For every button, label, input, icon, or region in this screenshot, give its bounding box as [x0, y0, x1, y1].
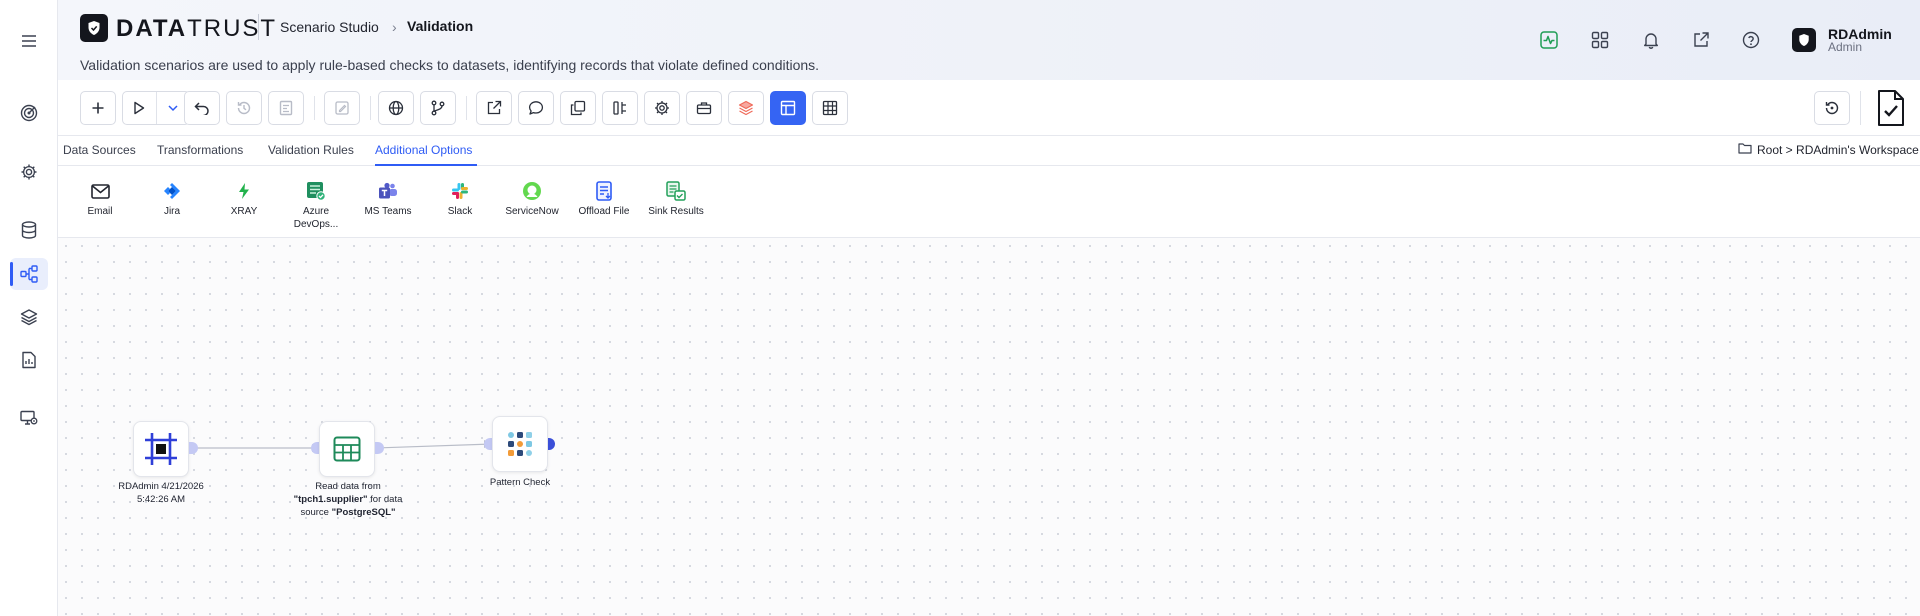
mail-icon	[90, 181, 110, 201]
layout-view-icon[interactable]	[770, 91, 806, 125]
pattern-check-node[interactable]	[492, 416, 548, 472]
validation-report-icon[interactable]	[1874, 87, 1908, 129]
offload-file-icon	[594, 181, 614, 201]
copy-icon[interactable]	[560, 91, 596, 125]
add-button[interactable]	[80, 91, 116, 125]
layers-icon[interactable]	[19, 307, 39, 327]
azure-devops-icon	[306, 181, 326, 201]
comment-icon[interactable]	[518, 91, 554, 125]
breadcrumb-scenario-studio[interactable]: Scenario Studio	[280, 19, 379, 35]
option-sink-results[interactable]: Sink Results	[644, 181, 708, 218]
option-jira[interactable]: Jira	[140, 181, 204, 218]
table-grid-icon	[333, 436, 361, 462]
hamburger-menu-icon[interactable]	[19, 31, 39, 51]
brand-name: DATATRUST	[116, 15, 278, 42]
breadcrumb-current-page: Validation	[407, 18, 474, 34]
option-email[interactable]: Email	[68, 181, 132, 218]
database-icon[interactable]	[19, 220, 39, 240]
apps-grid-icon[interactable]	[1590, 30, 1610, 50]
active-tab-underline	[375, 164, 477, 166]
scenario-start-node[interactable]	[133, 421, 189, 477]
option-slack[interactable]: Slack	[428, 181, 492, 218]
folder-icon	[1738, 142, 1752, 157]
validate-document-icon[interactable]	[268, 91, 304, 125]
notifications-bell-icon[interactable]	[1641, 30, 1661, 50]
read-node-label: Read data from "tpch1.supplier" for data…	[293, 481, 403, 518]
option-servicenow[interactable]: ServiceNow	[500, 181, 564, 218]
additional-options-palette: Email Jira XRAY Azure DevOps... MS Teams	[58, 167, 1920, 238]
open-external-icon[interactable]	[476, 91, 512, 125]
header-divider	[258, 14, 259, 40]
tab-validation-rules[interactable]: Validation Rules	[268, 143, 354, 157]
run-split-button	[122, 91, 190, 125]
app-root: DATATRUST Scenario Studio › Validation V…	[0, 0, 1920, 616]
tab-data-sources[interactable]: Data Sources	[63, 143, 136, 157]
ms-teams-icon	[378, 181, 398, 201]
external-link-icon[interactable]	[1691, 30, 1711, 50]
compare-columns-icon[interactable]	[602, 91, 638, 125]
option-xray[interactable]: XRAY	[212, 181, 276, 218]
report-icon[interactable]	[19, 350, 39, 370]
branch-icon[interactable]	[420, 91, 456, 125]
left-rail	[0, 0, 58, 616]
help-icon[interactable]	[1741, 30, 1761, 50]
user-role: Admin	[1828, 40, 1863, 54]
pattern-dots-icon	[508, 432, 532, 456]
settings-gear-icon[interactable]	[19, 162, 39, 182]
workspace-path-text: Root > RDAdmin's Workspace	[1757, 142, 1919, 157]
scenario-toolbar	[58, 80, 1920, 136]
user-avatar-icon[interactable]	[1792, 28, 1816, 52]
scenario-canvas[interactable]: RDAdmin 4/21/2026 5:42:26 AM Read data f…	[58, 238, 1920, 616]
toolbox-icon[interactable]	[686, 91, 722, 125]
target-icon[interactable]	[19, 103, 39, 123]
breadcrumb-chevron-icon: ›	[392, 19, 397, 35]
read-data-node[interactable]	[319, 421, 375, 477]
stack-layers-icon[interactable]	[728, 91, 764, 125]
option-azure-devops[interactable]: Azure DevOps...	[284, 181, 348, 231]
activity-status-icon[interactable]	[1539, 30, 1559, 50]
tab-additional-options[interactable]: Additional Options	[375, 143, 472, 157]
globe-icon[interactable]	[378, 91, 414, 125]
xray-icon	[234, 181, 254, 201]
sink-results-icon	[666, 181, 686, 201]
option-offload-file[interactable]: Offload File	[572, 181, 636, 218]
workspace-path[interactable]: Root > RDAdmin's Workspace	[1738, 142, 1919, 157]
option-tabs: Data Sources Transformations Validation …	[58, 136, 1920, 166]
slack-icon	[450, 181, 470, 201]
page-description: Validation scenarios are used to apply r…	[80, 57, 820, 73]
brand-logo-icon	[80, 14, 108, 42]
monitor-settings-icon[interactable]	[19, 408, 39, 428]
table-view-icon[interactable]	[812, 91, 848, 125]
restore-history-icon[interactable]	[1814, 91, 1850, 125]
scenario-frame-icon	[145, 433, 177, 465]
flow-diagram-icon[interactable]	[19, 264, 39, 284]
jira-icon	[162, 181, 182, 201]
option-ms-teams[interactable]: MS Teams	[356, 181, 420, 218]
start-node-label: RDAdmin 4/21/2026 5:42:26 AM	[118, 481, 204, 505]
run-play-icon[interactable]	[123, 92, 156, 124]
edit-icon[interactable]	[324, 91, 360, 125]
app-header: DATATRUST Scenario Studio › Validation V…	[58, 0, 1920, 80]
check-node-label: Pattern Check	[489, 477, 551, 488]
undo-icon[interactable]	[184, 91, 220, 125]
history-icon[interactable]	[226, 91, 262, 125]
servicenow-icon	[522, 181, 542, 201]
tab-transformations[interactable]: Transformations	[157, 143, 243, 157]
active-nav-indicator	[10, 262, 13, 286]
settings-gear-icon[interactable]	[644, 91, 680, 125]
